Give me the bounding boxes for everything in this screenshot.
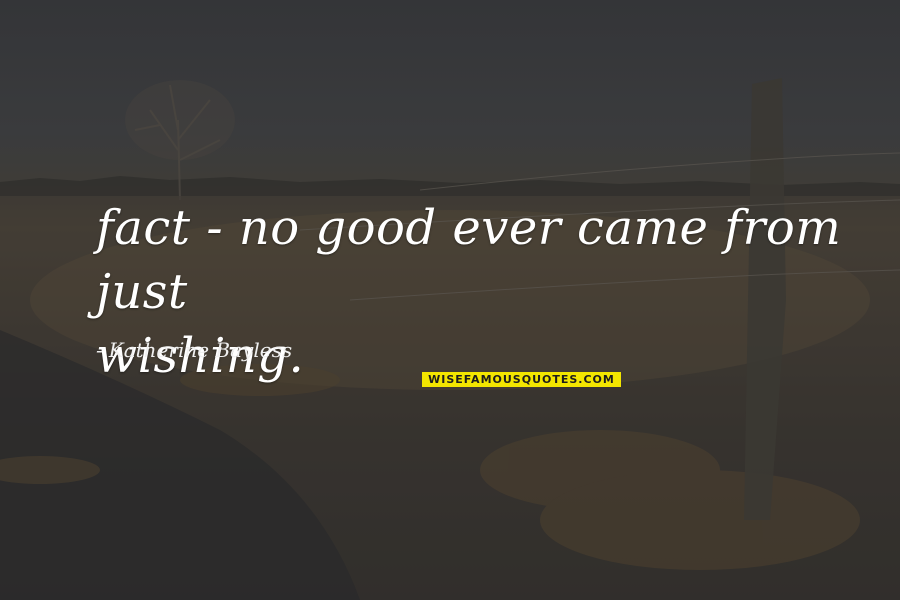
tree-canopy: [125, 80, 235, 160]
quote-line-1: fact - no good ever came from just: [96, 200, 842, 320]
quote-image: fact - no good ever came from just wishi…: [0, 0, 900, 600]
author-name: Katherine Bayless: [108, 338, 293, 362]
watermark-logo: WISEFAMOUSQUOTES.COM: [422, 372, 621, 387]
quote-author: - Katherine Bayless: [96, 338, 292, 362]
author-dash: -: [96, 338, 103, 362]
